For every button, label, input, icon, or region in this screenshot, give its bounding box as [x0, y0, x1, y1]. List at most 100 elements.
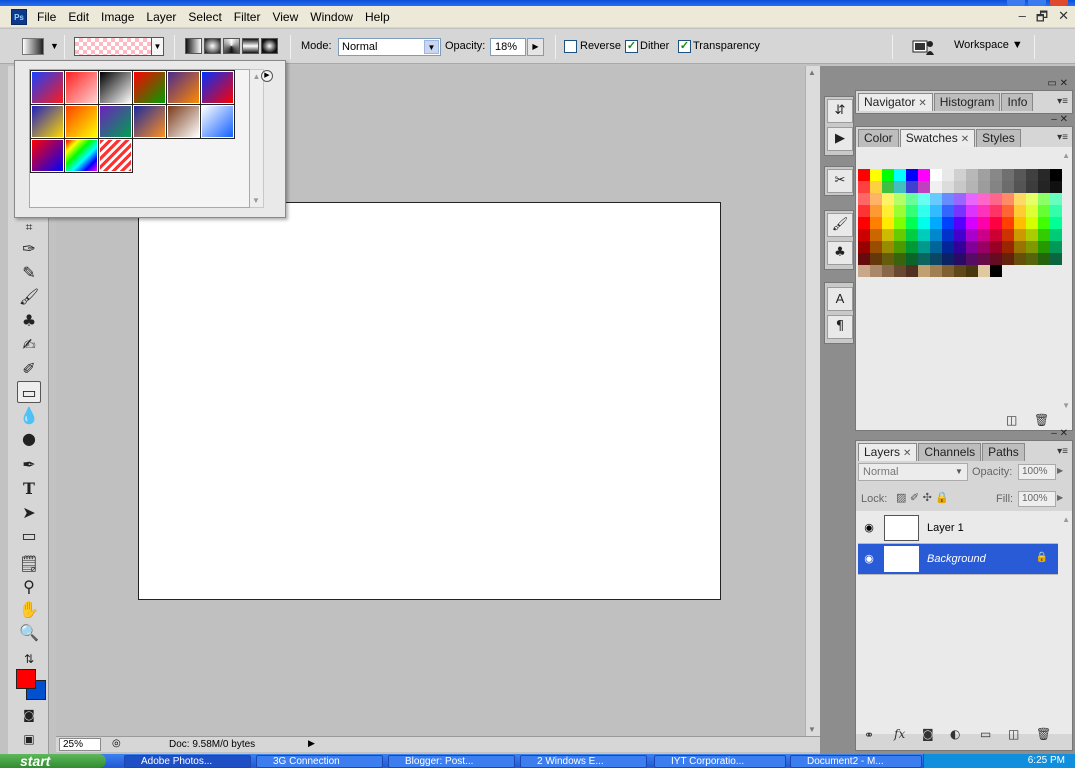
color-swatch[interactable] [1026, 241, 1038, 253]
doc-minimize-button[interactable]: – [1019, 8, 1026, 30]
color-swatch[interactable] [1038, 217, 1050, 229]
doc-size-info[interactable]: Doc: 9.58M/0 bytes [169, 739, 255, 750]
scroll-down-icon[interactable]: ▼ [252, 196, 260, 205]
type-tool-icon[interactable]: T [17, 478, 41, 500]
color-swatch[interactable] [1014, 241, 1026, 253]
color-swatch[interactable] [858, 229, 870, 241]
color-swatch[interactable] [942, 169, 954, 181]
color-swatch[interactable] [906, 241, 918, 253]
canvas-vertical-scrollbar[interactable]: ▲ ▼ [805, 66, 820, 736]
color-swatch[interactable] [942, 265, 954, 277]
color-swatch[interactable] [930, 181, 942, 193]
gradient-preset[interactable] [98, 70, 133, 105]
color-swatch[interactable] [858, 169, 870, 181]
link-layers-icon[interactable]: ⚭ [864, 728, 874, 742]
color-swatch[interactable] [954, 193, 966, 205]
color-swatch[interactable] [1014, 217, 1026, 229]
color-swatch[interactable] [954, 265, 966, 277]
panel-menu-icon[interactable]: ▾≡ [1057, 96, 1068, 107]
color-swatch[interactable] [882, 229, 894, 241]
taskbar-item[interactable]: Adobe Photos... [124, 755, 251, 768]
color-swatch[interactable] [990, 193, 1002, 205]
scroll-down-icon[interactable]: ▼ [808, 725, 816, 734]
close-icon[interactable]: ✕ [903, 448, 911, 459]
doc-restore-button[interactable]: 🗗 [1036, 8, 1048, 30]
color-swatch[interactable] [978, 205, 990, 217]
color-swatch[interactable] [966, 181, 978, 193]
color-swatch[interactable] [966, 241, 978, 253]
quick-mask-icon[interactable]: ◙ [17, 704, 41, 726]
layer-mask-icon[interactable]: ◙ [922, 727, 934, 741]
new-swatch-icon[interactable]: ◫ [1006, 413, 1017, 427]
color-swatch[interactable] [870, 181, 882, 193]
color-swatch[interactable] [882, 193, 894, 205]
radial-gradient-button[interactable] [204, 38, 221, 54]
character-icon[interactable]: A [827, 287, 853, 311]
color-swatch[interactable] [954, 253, 966, 265]
color-swatch[interactable] [1014, 193, 1026, 205]
color-swatch[interactable] [870, 205, 882, 217]
panel-controls[interactable]: – ✕ [1051, 428, 1068, 439]
color-swatch[interactable] [990, 181, 1002, 193]
color-swatch[interactable] [954, 205, 966, 217]
color-swatch[interactable] [966, 229, 978, 241]
color-swatch[interactable] [954, 181, 966, 193]
mode-select[interactable]: Normal ▼ [338, 38, 441, 56]
start-button[interactable]: start [0, 754, 106, 768]
color-swatch[interactable] [894, 241, 906, 253]
notes-tool-icon[interactable]: 🗒 [17, 553, 41, 575]
color-swatch[interactable] [1002, 229, 1014, 241]
taskbar-item[interactable]: Document2 - M... [790, 755, 922, 768]
color-swatch[interactable] [918, 169, 930, 181]
color-swatch[interactable] [906, 229, 918, 241]
chevron-right-icon[interactable]: ▶ [1057, 466, 1063, 475]
color-swatch[interactable] [954, 241, 966, 253]
color-swatch[interactable] [882, 169, 894, 181]
close-icon[interactable]: ✕ [961, 134, 969, 145]
gradient-preset[interactable] [98, 138, 133, 173]
status-menu-arrow-icon[interactable]: ▶ [308, 738, 315, 749]
color-swatch[interactable] [1050, 229, 1062, 241]
color-swatch[interactable] [1026, 193, 1038, 205]
blend-mode-select[interactable]: Normal ▼ [858, 463, 968, 481]
reflected-gradient-button[interactable] [242, 38, 259, 54]
healing-brush-tool-icon[interactable]: ✎ [17, 262, 41, 284]
doc-close-button[interactable]: ✕ [1058, 8, 1069, 30]
color-swatch[interactable] [954, 169, 966, 181]
angle-gradient-button[interactable] [223, 38, 240, 54]
tab-info[interactable]: Info [1001, 93, 1034, 111]
photoshop-logo-icon[interactable]: Ps [11, 8, 27, 25]
color-swatch[interactable] [882, 217, 894, 229]
color-swatch[interactable] [1026, 205, 1038, 217]
color-swatch[interactable] [894, 253, 906, 265]
eraser-tool-icon[interactable]: ✐ [17, 358, 41, 380]
tab-styles[interactable]: Styles [976, 129, 1021, 147]
adjustment-layer-icon[interactable]: ◐ [950, 727, 960, 741]
brush-tool-icon[interactable]: 🖌 [17, 286, 41, 308]
color-swatch[interactable] [930, 229, 942, 241]
layer-row[interactable]: ◉ Layer 1 [858, 513, 1058, 544]
clock[interactable]: 6:25 PM [1028, 755, 1065, 766]
color-swatch[interactable] [930, 241, 942, 253]
chevron-down-icon[interactable]: ▼ [424, 40, 439, 54]
clone-stamp-tool-icon[interactable]: ♣ [17, 310, 41, 332]
color-swatch[interactable] [1038, 253, 1050, 265]
menu-help[interactable]: Help [359, 6, 396, 28]
color-swatch[interactable] [1038, 169, 1050, 181]
color-swatch[interactable] [1050, 193, 1062, 205]
history-brush-tool-icon[interactable]: ✍ [17, 334, 41, 356]
gradient-preset[interactable] [30, 104, 65, 139]
color-swatch[interactable] [906, 265, 918, 277]
trash-icon[interactable]: 🗑 [1036, 727, 1051, 741]
color-swatch[interactable] [990, 205, 1002, 217]
color-swatch[interactable] [906, 169, 918, 181]
gradient-preset[interactable] [64, 104, 99, 139]
eye-icon[interactable]: ◉ [861, 552, 877, 566]
close-icon[interactable]: ✕ [918, 98, 926, 109]
color-swatch[interactable] [978, 241, 990, 253]
history-icon[interactable]: ⇵ [827, 99, 853, 123]
color-swatch[interactable] [858, 205, 870, 217]
color-swatch[interactable] [990, 169, 1002, 181]
color-swatch[interactable] [978, 217, 990, 229]
tab-swatches[interactable]: Swatches ✕ [899, 129, 976, 147]
